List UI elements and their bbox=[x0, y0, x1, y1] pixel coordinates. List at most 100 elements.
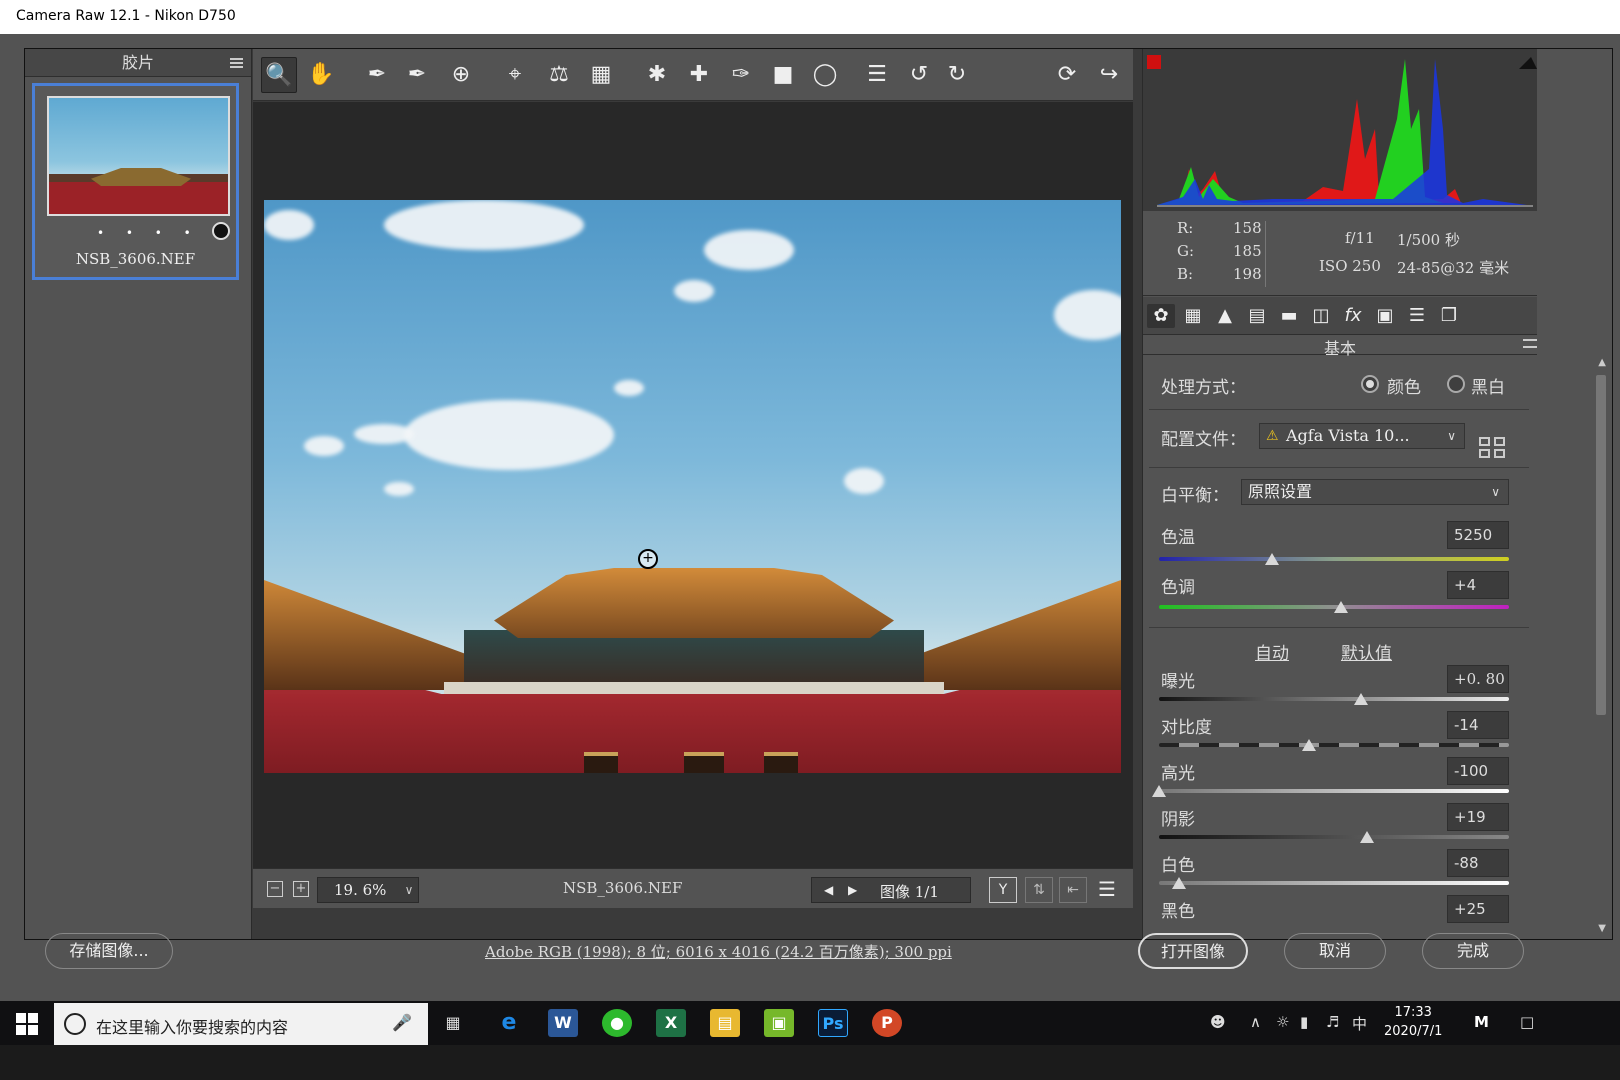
radial-filter-icon[interactable]: ◯ bbox=[807, 57, 843, 93]
transform-tool-icon[interactable]: ▦ bbox=[583, 57, 619, 93]
people-icon[interactable]: ☻ bbox=[1210, 1013, 1226, 1031]
before-after-toggle-icon[interactable]: Y bbox=[989, 877, 1017, 903]
zoom-dropdown-icon[interactable]: ∨ bbox=[399, 877, 419, 903]
spot-removal-tool-icon[interactable]: ✱ bbox=[639, 57, 675, 93]
profile-dropdown[interactable]: ⚠ Agfa Vista 10... ∨ bbox=[1259, 423, 1465, 449]
panel-menu-icon[interactable] bbox=[1523, 339, 1537, 348]
powerpoint-icon[interactable]: P bbox=[872, 1009, 902, 1037]
wb-dropdown[interactable]: 原照设置 ∨ bbox=[1241, 479, 1509, 505]
temp-slider-thumb[interactable] bbox=[1265, 553, 1279, 565]
task-view-icon[interactable]: ▦ bbox=[438, 1009, 468, 1037]
white-balance-tool-icon[interactable]: ✒ bbox=[359, 57, 395, 93]
volume-icon[interactable]: ♬ bbox=[1326, 1013, 1339, 1031]
save-image-button[interactable]: 存储图像... bbox=[45, 933, 173, 969]
treatment-bw-radio[interactable] bbox=[1447, 375, 1465, 393]
tab-snapshots-icon[interactable]: ❐ bbox=[1435, 304, 1463, 328]
targeted-adjustment-tool-icon[interactable]: ⊕ bbox=[443, 57, 479, 93]
shadow-clipping-warning-icon[interactable] bbox=[1147, 55, 1161, 69]
photoshop-icon[interactable]: Ps bbox=[818, 1009, 848, 1037]
highlights-value-field[interactable]: -100 bbox=[1447, 757, 1509, 785]
tint-slider-thumb[interactable] bbox=[1334, 601, 1348, 613]
battery-icon[interactable]: ▮ bbox=[1300, 1013, 1308, 1031]
temp-slider-track[interactable] bbox=[1159, 557, 1509, 561]
taskbar-clock[interactable]: 17:33 2020/7/1 bbox=[1384, 1003, 1442, 1041]
adjustment-brush-icon[interactable]: ✑ bbox=[723, 57, 759, 93]
highlight-clipping-warning-icon[interactable] bbox=[1519, 57, 1537, 69]
filmstrip-menu-icon[interactable] bbox=[230, 58, 243, 68]
exposure-slider-track[interactable] bbox=[1159, 697, 1509, 701]
graduated-filter-icon[interactable]: ■ bbox=[765, 57, 801, 93]
profile-browser-icon[interactable] bbox=[1479, 437, 1505, 459]
whites-slider-thumb[interactable] bbox=[1172, 877, 1186, 889]
auto-link[interactable]: 自动 bbox=[1255, 639, 1289, 664]
copy-settings-icon[interactable]: ⇤ bbox=[1059, 877, 1087, 903]
tab-calibration-icon[interactable]: ▣ bbox=[1371, 304, 1399, 328]
crop-tool-icon[interactable]: ⌖ bbox=[497, 57, 533, 93]
preview-photo[interactable]: + bbox=[264, 200, 1121, 773]
refresh-icon[interactable]: ⟳ bbox=[1049, 57, 1085, 93]
wechat-icon[interactable]: ● bbox=[602, 1009, 632, 1037]
tab-hsl-icon[interactable]: ▤ bbox=[1243, 304, 1271, 328]
straighten-tool-icon[interactable]: ⚖ bbox=[541, 57, 577, 93]
workflow-options-link[interactable]: Adobe RGB (1998); 8 位; 6016 x 4016 (24.2… bbox=[485, 941, 952, 962]
panel-scrollbar[interactable] bbox=[1596, 375, 1606, 715]
highlights-slider-track[interactable] bbox=[1159, 789, 1509, 793]
blacks-value-field[interactable]: +25 bbox=[1447, 895, 1509, 923]
view-settings-icon[interactable]: ☰ bbox=[1093, 877, 1121, 903]
open-image-button[interactable]: 打开图像 bbox=[1138, 933, 1248, 969]
color-sampler-tool-icon[interactable]: ✒ bbox=[399, 57, 435, 93]
tab-detail-icon[interactable]: ▲ bbox=[1211, 304, 1239, 328]
edge-browser-icon[interactable]: e bbox=[494, 1009, 524, 1037]
excel-icon[interactable]: X bbox=[656, 1009, 686, 1037]
rating-dots[interactable]: • • • • • bbox=[97, 226, 229, 240]
done-button[interactable]: 完成 bbox=[1422, 933, 1524, 969]
exposure-slider-thumb[interactable] bbox=[1354, 693, 1368, 705]
red-eye-tool-icon[interactable]: ✚ bbox=[681, 57, 717, 93]
whites-slider-track[interactable] bbox=[1159, 881, 1509, 885]
zoom-tool-icon[interactable]: 🔍 bbox=[261, 57, 297, 93]
word-icon[interactable]: W bbox=[548, 1009, 578, 1037]
notifications-icon[interactable]: □ bbox=[1520, 1013, 1534, 1031]
microphone-icon[interactable]: 🎤 bbox=[392, 1013, 412, 1032]
whites-value-field[interactable]: -88 bbox=[1447, 849, 1509, 877]
contrast-slider-track[interactable] bbox=[1159, 743, 1509, 747]
filmstrip-thumbnail[interactable]: • • • • • NSB_3606.NEF bbox=[32, 83, 239, 280]
default-link[interactable]: 默认值 bbox=[1341, 639, 1392, 664]
tint-value-field[interactable]: +4 bbox=[1447, 571, 1509, 599]
treatment-color-radio[interactable] bbox=[1361, 375, 1379, 393]
shadows-slider-track[interactable] bbox=[1159, 835, 1509, 839]
zoom-in-button[interactable]: + bbox=[293, 881, 309, 897]
tab-effects-icon[interactable]: fx bbox=[1339, 304, 1367, 328]
cancel-button[interactable]: 取消 bbox=[1284, 933, 1386, 969]
tab-split-toning-icon[interactable]: ▬ bbox=[1275, 304, 1303, 328]
hand-tool-icon[interactable]: ✋ bbox=[303, 57, 339, 93]
windows-start-icon[interactable] bbox=[16, 1013, 38, 1035]
temp-value-field[interactable]: 5250 bbox=[1447, 521, 1509, 549]
rotate-left-icon[interactable]: ↺ bbox=[901, 57, 937, 93]
highlights-slider-thumb[interactable] bbox=[1152, 785, 1166, 797]
ime-indicator[interactable]: 中 bbox=[1352, 1013, 1367, 1034]
file-explorer-icon[interactable]: ▤ bbox=[710, 1009, 740, 1037]
app-icon[interactable]: ▣ bbox=[764, 1009, 794, 1037]
zoom-out-button[interactable]: − bbox=[267, 881, 283, 897]
rotate-right-icon[interactable]: ↻ bbox=[939, 57, 975, 93]
shadows-value-field[interactable]: +19 bbox=[1447, 803, 1509, 831]
taskbar-search-box[interactable]: 在这里输入你要搜索的内容 🎤 bbox=[54, 1003, 428, 1045]
tab-basic-icon[interactable]: ✿ bbox=[1147, 304, 1175, 328]
scroll-down-icon[interactable]: ▼ bbox=[1598, 923, 1606, 934]
next-image-button[interactable]: ▶ bbox=[848, 883, 857, 897]
swap-settings-icon[interactable]: ⇅ bbox=[1025, 877, 1053, 903]
shadows-slider-thumb[interactable] bbox=[1360, 831, 1374, 843]
exposure-value-field[interactable]: +0. 80 bbox=[1447, 665, 1509, 693]
network-icon[interactable]: ☼ bbox=[1276, 1013, 1289, 1031]
tab-tone-curve-icon[interactable]: ▦ bbox=[1179, 304, 1207, 328]
preferences-icon[interactable]: ☰ bbox=[859, 57, 895, 93]
show-hidden-icons-icon[interactable]: ∧ bbox=[1250, 1013, 1261, 1031]
tab-presets-icon[interactable]: ☰ bbox=[1403, 304, 1431, 328]
contrast-slider-thumb[interactable] bbox=[1302, 739, 1316, 751]
fullscreen-toggle-icon[interactable]: ↪ bbox=[1091, 57, 1127, 93]
tab-lens-corrections-icon[interactable]: ◫ bbox=[1307, 304, 1335, 328]
image-preview-area[interactable]: + bbox=[253, 102, 1133, 868]
scroll-up-icon[interactable]: ▲ bbox=[1598, 357, 1606, 368]
contrast-value-field[interactable]: -14 bbox=[1447, 711, 1509, 739]
